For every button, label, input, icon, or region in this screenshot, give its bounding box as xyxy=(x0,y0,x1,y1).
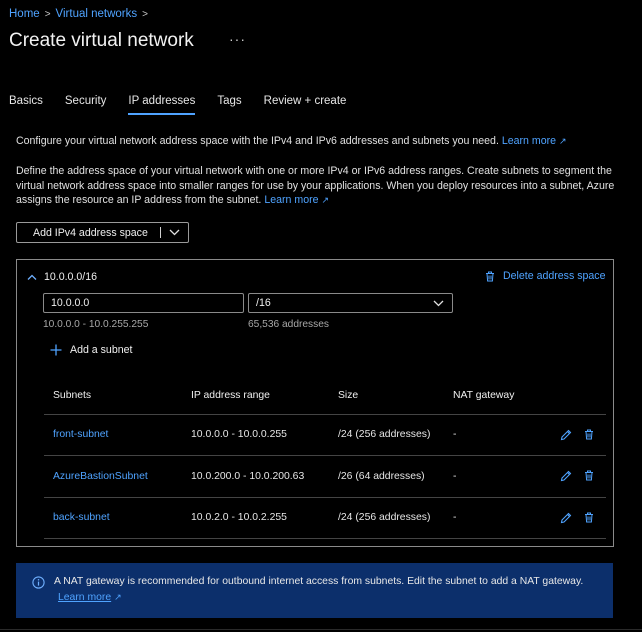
chevron-down-icon xyxy=(169,229,180,236)
subnet-size: /24 (256 addresses) xyxy=(329,414,444,456)
page-title: Create virtual network xyxy=(9,30,194,51)
column-header-nat-gateway: NAT gateway xyxy=(444,377,544,415)
subnets-table: Subnets IP address range Size NAT gatewa… xyxy=(44,377,606,539)
address-range-text: 10.0.0.0 - 10.0.255.255 xyxy=(43,319,149,330)
divider xyxy=(0,629,642,630)
chevron-right-icon: > xyxy=(142,8,148,20)
tab-ip-addresses[interactable]: IP addresses xyxy=(128,95,195,115)
nat-gateway-info-banner: A NAT gateway is recommended for outboun… xyxy=(16,563,613,618)
chevron-up-icon[interactable] xyxy=(27,274,37,281)
subnet-range: 10.0.0.0 - 10.0.0.255 xyxy=(182,414,329,456)
plus-icon xyxy=(50,344,62,356)
column-header-subnets: Subnets xyxy=(44,377,182,415)
column-header-ip-range: IP address range xyxy=(182,377,329,415)
subnet-size: /26 (64 addresses) xyxy=(329,455,444,498)
add-subnet-button[interactable]: Add a subnet xyxy=(50,344,132,356)
banner-learn-more-link[interactable]: Learn more xyxy=(58,592,111,603)
address-space-header[interactable]: 10.0.0.0/16 xyxy=(27,271,97,283)
tab-review-create[interactable]: Review + create xyxy=(264,95,347,115)
delete-address-space-label: Delete address space xyxy=(503,270,606,282)
chevron-right-icon: > xyxy=(44,8,51,20)
intro-text: Configure your virtual network address s… xyxy=(16,134,621,149)
tab-tags[interactable]: Tags xyxy=(217,95,241,115)
banner-text: A NAT gateway is recommended for outboun… xyxy=(54,575,599,618)
external-link-icon: ↗ xyxy=(114,591,122,602)
subnet-range: 10.0.200.0 - 10.0.200.63 xyxy=(182,455,329,498)
subnet-nat: - xyxy=(444,497,544,539)
table-row: back-subnet 10.0.2.0 - 10.0.2.255 /24 (2… xyxy=(44,497,606,539)
delete-address-space-button[interactable]: Delete address space xyxy=(485,270,605,282)
external-link-icon: ↗ xyxy=(321,195,330,205)
table-header-row: Subnets IP address range Size NAT gatewa… xyxy=(44,377,606,415)
subnet-nat: - xyxy=(444,455,544,498)
define-text: Define the address space of your virtual… xyxy=(16,164,621,208)
breadcrumb-virtual-networks-link[interactable]: Virtual networks xyxy=(56,8,138,20)
tab-security[interactable]: Security xyxy=(65,95,107,115)
prefix-select[interactable]: /16 xyxy=(248,293,453,313)
start-address-value: 10.0.0.0 xyxy=(51,297,90,309)
subnet-name-link[interactable]: back-subnet xyxy=(44,497,182,539)
chevron-down-icon xyxy=(433,300,444,306)
address-count-text: 65,536 addresses xyxy=(248,319,329,330)
table-row: AzureBastionSubnet 10.0.200.0 - 10.0.200… xyxy=(44,455,606,498)
more-options-button[interactable]: ··· xyxy=(229,31,246,47)
pencil-icon[interactable] xyxy=(560,429,572,441)
trash-icon[interactable] xyxy=(584,512,594,523)
intro-description: Configure your virtual network address s… xyxy=(16,135,499,147)
tab-basics[interactable]: Basics xyxy=(9,95,43,115)
tab-bar: Basics Security IP addresses Tags Review… xyxy=(9,95,368,115)
trash-icon xyxy=(486,271,494,281)
add-subnet-label: Add a subnet xyxy=(70,344,133,356)
subnet-size: /24 (256 addresses) xyxy=(329,497,444,539)
external-link-icon: ↗ xyxy=(559,136,567,146)
add-ipv4-label: Add IPv4 address space xyxy=(33,226,148,239)
define-learn-more-link[interactable]: Learn more xyxy=(264,194,318,206)
add-ipv4-address-space-button[interactable]: Add IPv4 address space xyxy=(16,222,189,243)
breadcrumb-home-link[interactable]: Home xyxy=(9,8,40,20)
subnet-name-link[interactable]: AzureBastionSubnet xyxy=(44,455,182,498)
pencil-icon[interactable] xyxy=(560,470,572,482)
intro-learn-more-link[interactable]: Learn more xyxy=(502,135,556,147)
subnet-name-link[interactable]: front-subnet xyxy=(44,414,182,456)
table-row: front-subnet 10.0.0.0 - 10.0.0.255 /24 (… xyxy=(44,414,606,456)
subnet-nat: - xyxy=(444,414,544,456)
trash-icon[interactable] xyxy=(584,429,594,440)
prefix-value: /16 xyxy=(256,297,271,309)
info-icon xyxy=(32,576,45,589)
start-address-input[interactable]: 10.0.0.0 xyxy=(43,293,244,313)
column-header-size: Size xyxy=(329,377,444,415)
breadcrumb: Home > Virtual networks > xyxy=(9,8,148,20)
subnet-range: 10.0.2.0 - 10.0.2.255 xyxy=(182,497,329,539)
trash-icon[interactable] xyxy=(584,470,594,481)
pencil-icon[interactable] xyxy=(560,512,572,524)
address-space-cidr: 10.0.0.0/16 xyxy=(44,271,98,283)
banner-message: A NAT gateway is recommended for outboun… xyxy=(54,576,584,587)
